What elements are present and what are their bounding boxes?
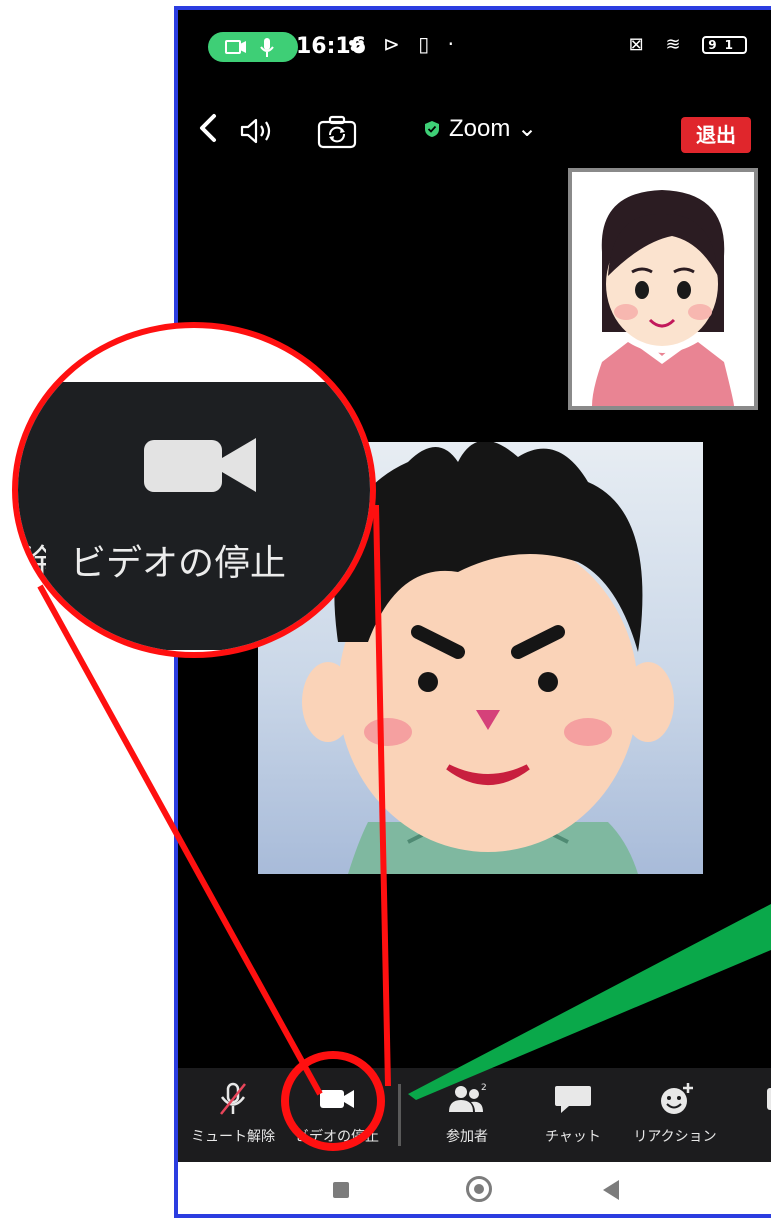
- reactions-button[interactable]: リアクション: [620, 1068, 730, 1162]
- stop-video-label: ビデオの停止: [295, 1129, 379, 1145]
- self-video-tile[interactable]: [568, 168, 758, 410]
- back-arrow-icon[interactable]: [188, 108, 228, 148]
- magnified-partial-label: 除: [18, 534, 46, 586]
- muted-mic-icon: [220, 1082, 246, 1115]
- status-bar: 16:16 ✿ ⊳ ▯ · ⊠ ≋ 91: [178, 10, 771, 80]
- switch-camera-icon[interactable]: [316, 114, 358, 150]
- camera-mic-icon: [225, 38, 274, 57]
- reactions-label: リアクション: [633, 1129, 717, 1145]
- chat-label: チャット: [545, 1129, 601, 1145]
- participants-button[interactable]: 2 参加者: [412, 1068, 522, 1162]
- woman-avatar: [572, 172, 754, 406]
- secure-shield-icon: [425, 121, 439, 137]
- meeting-toolbar: ミュート解除 ビデオの停止 2 参加者 チャット リアクション: [178, 1068, 771, 1162]
- participants-icon: 2: [449, 1083, 487, 1112]
- recent-apps-icon[interactable]: [333, 1182, 349, 1198]
- system-icons: ⊠ ≋ 91: [629, 34, 747, 55]
- share-button[interactable]: 共: [726, 1068, 771, 1162]
- magnified-video-camera-icon: [144, 438, 256, 492]
- active-call-pill: [208, 32, 298, 62]
- notification-icons: ✿ ⊳ ▯ ·: [348, 32, 460, 56]
- wifi-icon: ⊠ ≋: [628, 34, 689, 55]
- chat-bubble-icon: [555, 1086, 591, 1113]
- meeting-title-text: Zoom ⌄: [449, 115, 538, 142]
- video-camera-icon: [320, 1090, 354, 1108]
- magnified-toolbar: 除 ビデオの停止: [18, 382, 370, 650]
- meeting-top-bar: Zoom ⌄ 退出: [178, 102, 771, 172]
- unmute-button[interactable]: ミュート解除: [178, 1068, 288, 1162]
- participants-label: 参加者: [446, 1129, 488, 1145]
- share-screen-icon: [767, 1088, 771, 1110]
- chat-button[interactable]: チャット: [518, 1068, 628, 1162]
- magnified-callout: 除 ビデオの停止: [12, 322, 376, 658]
- unmute-label: ミュート解除: [191, 1129, 275, 1145]
- smiley-plus-icon: [661, 1083, 693, 1114]
- speaker-icon[interactable]: [238, 116, 276, 146]
- toolbar-divider: [398, 1084, 401, 1146]
- back-triangle-icon[interactable]: [603, 1180, 619, 1200]
- stop-video-button[interactable]: ビデオの停止: [282, 1068, 392, 1162]
- magnified-stop-video-label: ビデオの停止: [70, 543, 287, 584]
- leave-button[interactable]: 退出: [681, 117, 751, 153]
- share-label: 共: [726, 1126, 771, 1146]
- participants-count-badge: 2: [481, 1083, 487, 1093]
- meeting-title[interactable]: Zoom ⌄: [423, 114, 537, 143]
- home-icon[interactable]: [466, 1176, 492, 1202]
- android-nav-bar: [178, 1162, 771, 1214]
- battery-icon: 91: [702, 36, 747, 54]
